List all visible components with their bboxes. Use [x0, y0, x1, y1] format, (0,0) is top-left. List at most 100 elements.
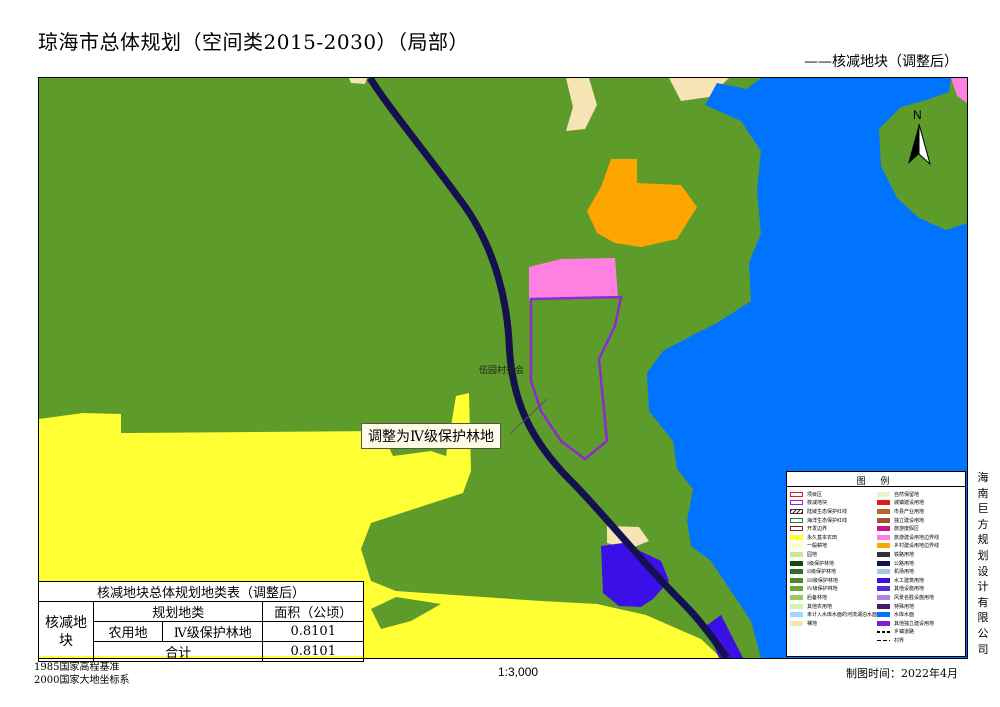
legend-swatch — [790, 543, 803, 549]
legend-left-column: 项目区 核减地块 陆域生态保护红线 海洋生态保护红线 开发边界 永久基本农田 一般耕地 园地 I… — [790, 490, 877, 645]
company-name: 海南巨方规划设计有限公司 — [966, 470, 1000, 657]
datum-info: 1985国家高程基准 2000国家大地坐标系 — [34, 661, 129, 687]
legend-item: 开发边界 — [790, 524, 877, 533]
legend-item: 陆域生态保护红线 — [790, 507, 877, 516]
company-char: 限 — [977, 611, 989, 625]
legend-item: 园地 — [790, 550, 877, 559]
legend-right-column: 自然保留地城镇建设用地 市县产业用地 独立建设用地 旅游度假区 旅游建设用地边界线 乡村建… — [877, 490, 963, 645]
land-class-table: 核减地块总体规划地类表（调整后） 核减地块 规划地类 面积（公顷） 农用地 Ⅳ级… — [38, 581, 364, 662]
legend-label: 旅游建设用地边界线 — [894, 534, 940, 541]
company-char: 南 — [977, 486, 989, 500]
tourism-land[interactable] — [529, 258, 618, 300]
legend-swatch — [790, 491, 803, 497]
coordinate-system: 2000国家大地坐标系 — [34, 675, 130, 686]
legend-swatch — [790, 586, 803, 592]
legend-label: 其他独立建设用地 — [894, 620, 935, 627]
legend-swatch — [877, 560, 891, 566]
legend-swatch — [877, 500, 891, 506]
legend-item: 一般耕地 — [790, 542, 877, 551]
legend-item: 水工建筑用地 — [877, 576, 963, 585]
legend-label: 后备林地 — [807, 594, 828, 601]
legend-item: 乡镇道路 — [877, 628, 963, 637]
legend-item: 核减地块 — [790, 499, 877, 508]
company-char: 规 — [977, 533, 989, 547]
legend-item: 自然保留地 — [877, 490, 963, 499]
legend-item: 未计入水库水面的河流湖泊水面 — [790, 610, 877, 619]
legend-label: 未计入水库水面的河流湖泊水面 — [807, 612, 878, 619]
legend-item: II级保护林地 — [790, 567, 877, 576]
legend-swatch — [790, 594, 803, 600]
legend-label: 水库水面 — [894, 612, 915, 619]
legend-swatch — [877, 639, 891, 641]
legend-item: 风景名胜设施用地 — [877, 593, 963, 602]
legend-item: 其他设施用地 — [877, 585, 963, 594]
legend-swatch — [877, 534, 891, 540]
map-date: 制图时间：2022年4月 — [846, 667, 958, 680]
legend-item: 旅游度假区 — [877, 524, 963, 533]
legend-swatch — [877, 630, 891, 633]
table-header-class: 规划地类 — [92, 601, 264, 622]
legend-swatch — [790, 603, 803, 609]
table-title: 核减地块总体规划地类表（调整后） — [38, 581, 364, 602]
legend-label: 一般耕地 — [807, 543, 828, 550]
legend-swatch — [877, 612, 891, 618]
legend-label: IV级保护林地 — [807, 586, 838, 593]
legend-label: 乡村建设用地边界线 — [894, 543, 940, 550]
legend-swatch — [877, 603, 891, 609]
legend-item: 铁路用地 — [877, 550, 963, 559]
legend-title: 图 例 — [787, 472, 965, 487]
company-char: 方 — [977, 517, 989, 531]
legend-label: I级保护林地 — [807, 560, 834, 567]
legend-swatch — [790, 569, 803, 575]
village-label: 伍园村委会 — [479, 366, 525, 376]
legend-item: 公路用地 — [877, 559, 963, 568]
legend-item: 海洋生态保护红线 — [790, 516, 877, 525]
north-arrow: N — [904, 108, 934, 168]
legend-swatch — [790, 508, 803, 514]
table-total-area: 0.8101 — [262, 641, 364, 662]
legend-swatch — [790, 551, 803, 557]
legend-swatch — [790, 534, 803, 540]
legend-label: 其他设施用地 — [894, 586, 925, 593]
legend-label: 旅游度假区 — [894, 526, 920, 533]
table-header-parcel: 核减地块 — [38, 601, 94, 662]
legend-swatch — [877, 508, 891, 514]
legend-swatch — [877, 569, 891, 575]
company-char: 司 — [977, 642, 989, 656]
legend-swatch — [790, 500, 803, 506]
legend-swatch — [790, 612, 803, 618]
legend-label: III级保护林地 — [807, 577, 838, 584]
legend-label: 风景名胜设施用地 — [894, 594, 935, 601]
legend-item: 独立建设用地 — [877, 516, 963, 525]
legend-label: 市县产业用地 — [894, 508, 925, 515]
legend-label: II级保护林地 — [807, 569, 836, 576]
legend-swatch — [877, 551, 891, 557]
company-char: 公 — [977, 626, 989, 640]
legend-label: 海洋生态保护红线 — [807, 517, 848, 524]
legend-label: 城镇建设用地 — [894, 500, 925, 507]
legend-item: 其他农用地 — [790, 602, 877, 611]
legend-item: 水库水面 — [877, 610, 963, 619]
north-arrow-icon — [908, 123, 931, 166]
legend-item: 项目区 — [790, 490, 877, 499]
elevation-datum: 1985国家高程基准 — [34, 662, 120, 673]
legend-item: 村界 — [877, 636, 963, 645]
legend-swatch — [877, 491, 891, 497]
legend-item: I级保护林地 — [790, 559, 877, 568]
table-cell-subcategory: Ⅳ级保护林地 — [161, 621, 264, 642]
legend-item: IV级保护林地 — [790, 585, 877, 594]
legend-item: 裸地 — [790, 619, 877, 628]
legend-label: 自然保留地 — [894, 491, 920, 498]
legend-label: 村界 — [894, 637, 905, 644]
legend-label: 核减地块 — [807, 500, 828, 507]
legend-label: 水工建筑用地 — [894, 577, 925, 584]
legend-swatch — [877, 526, 891, 532]
map-subtitle: ——核减地块（调整后） — [804, 54, 958, 70]
legend-swatch — [790, 517, 803, 523]
legend-item: 永久基本农田 — [790, 533, 877, 542]
legend-swatch — [877, 517, 891, 523]
legend-item: 城镇建设用地 — [877, 499, 963, 508]
legend-label: 开发边界 — [807, 526, 828, 533]
legend-label: 园地 — [807, 551, 818, 558]
legend-label: 陆域生态保护红线 — [807, 508, 848, 515]
